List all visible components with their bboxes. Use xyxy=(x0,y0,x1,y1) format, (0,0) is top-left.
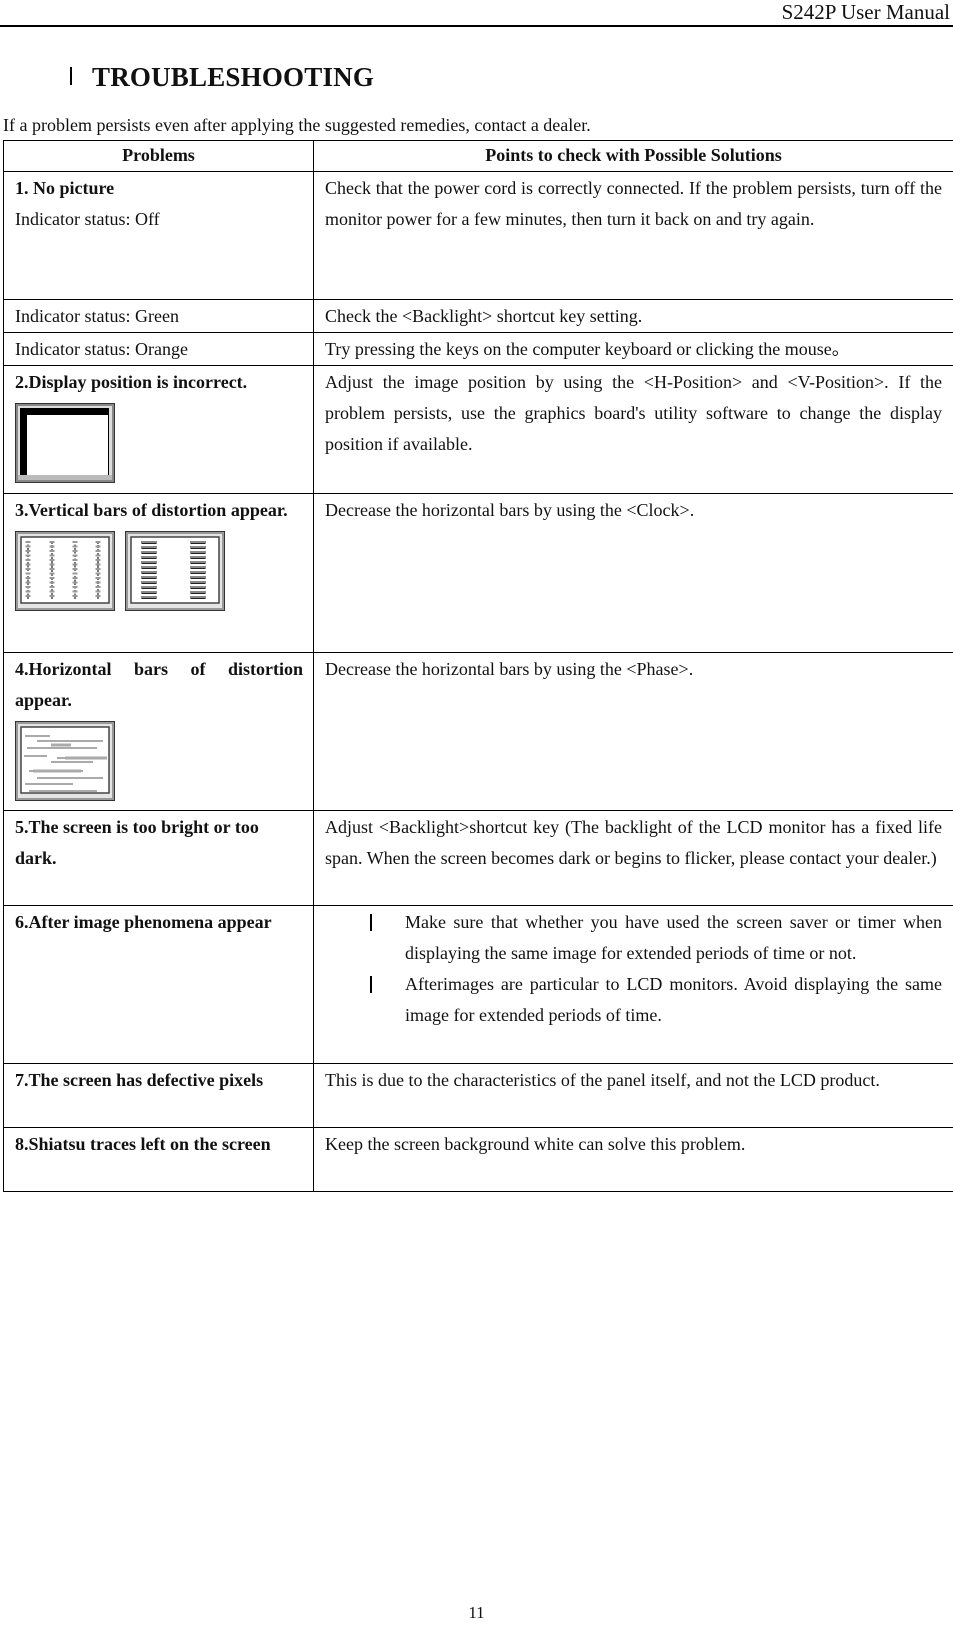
problem-cell: 8.Shiatsu traces left on the screen xyxy=(3,1127,314,1192)
solution-bullet-list: Make sure that whether you have used the… xyxy=(325,907,942,1031)
section-heading: TROUBLESHOOTING xyxy=(70,60,374,94)
table-row: 3.Vertical bars of distortion appear. De… xyxy=(3,493,953,653)
solution-cell: Decrease the horizontal bars by using th… xyxy=(313,652,953,811)
problem-cell: 5.The screen is too bright or too dark. xyxy=(3,810,314,906)
bullet-text: Make sure that whether you have used the… xyxy=(405,912,942,963)
list-item: Afterimages are particular to LCD monito… xyxy=(325,969,942,1031)
problem-cell: 4.Horizontal bars of distortion appear. xyxy=(3,652,314,811)
problem-cell: 7.The screen has defective pixels xyxy=(3,1063,314,1128)
problem-title: 1. No picture xyxy=(15,178,115,198)
monitor-vertical-bars-fine-icon xyxy=(15,531,115,611)
solution-cell: This is due to the characteristics of th… xyxy=(313,1063,953,1128)
column-header-solutions: Points to check with Possible Solutions xyxy=(313,140,953,172)
monitor-vertical-bars-wide-icon xyxy=(125,531,225,611)
list-item: Make sure that whether you have used the… xyxy=(325,907,942,969)
solution-cell: Check that the power cord is correctly c… xyxy=(313,171,953,300)
solution-cell: Make sure that whether you have used the… xyxy=(313,905,953,1064)
table-row: 4.Horizontal bars of distortion appear. xyxy=(3,652,953,811)
problem-cell: 1. No picture Indicator status: Off xyxy=(3,171,314,300)
monitor-horizontal-bars-icon xyxy=(15,721,115,801)
table-row: 5.The screen is too bright or too dark. … xyxy=(3,810,953,906)
problem-detail: Indicator status: Off xyxy=(15,209,160,229)
table-row: 7.The screen has defective pixels This i… xyxy=(3,1063,953,1128)
bullet-text: Afterimages are particular to LCD monito… xyxy=(405,974,942,1025)
monitor-offset-icon xyxy=(15,403,115,483)
table-row: Indicator status: Orange Try pressing th… xyxy=(3,332,953,366)
solution-cell: Check the <Backlight> shortcut key setti… xyxy=(313,299,953,333)
table-row: 1. No picture Indicator status: Off Chec… xyxy=(3,171,953,300)
problem-title-text: 8.Shiatsu traces left on the screen xyxy=(15,1134,271,1154)
solution-cell: Keep the screen background white can sol… xyxy=(313,1127,953,1192)
solution-cell: Try pressing the keys on the computer ke… xyxy=(313,332,953,366)
bullet-icon xyxy=(370,914,372,931)
problem-title: 6.After image phenomena appear xyxy=(15,912,272,932)
table-header-row: Problems Points to check with Possible S… xyxy=(3,140,953,172)
problem-cell: Indicator status: Green xyxy=(3,299,314,333)
problem-title: 8.Shiatsu traces left on the screen xyxy=(15,1129,303,1160)
bullet-icon xyxy=(370,976,372,993)
column-header-problems: Problems xyxy=(3,140,314,172)
problem-title: 2.Display position is incorrect. xyxy=(15,372,248,392)
manual-title: S242P User Manual xyxy=(781,0,950,24)
solution-cell: Adjust the image position by using the <… xyxy=(313,365,953,494)
problem-title: 5.The screen is too bright or too dark. xyxy=(15,817,259,868)
bullet-icon xyxy=(70,67,72,85)
page-number: 11 xyxy=(468,1603,485,1622)
problem-cell: 2.Display position is incorrect. xyxy=(3,365,314,494)
table-row: 2.Display position is incorrect. Adjust … xyxy=(3,365,953,494)
problem-title: 4.Horizontal bars of distortion appear. xyxy=(15,659,303,710)
problem-title: 3.Vertical bars of distortion appear. xyxy=(15,500,288,520)
problem-cell: 6.After image phenomena appear xyxy=(3,905,314,1064)
solution-cell: Decrease the horizontal bars by using th… xyxy=(313,493,953,653)
table-row: Indicator status: Green Check the <Backl… xyxy=(3,299,953,333)
problem-title: 7.The screen has defective pixels xyxy=(15,1070,264,1090)
problem-cell: Indicator status: Orange xyxy=(3,332,314,366)
troubleshooting-table: Problems Points to check with Possible S… xyxy=(3,140,953,1192)
running-header: S242P User Manual xyxy=(0,0,953,27)
table-row: 8.Shiatsu traces left on the screen Keep… xyxy=(3,1127,953,1192)
solution-cell: Adjust <Backlight>shortcut key (The back… xyxy=(313,810,953,906)
intro-text: If a problem persists even after applyin… xyxy=(3,115,591,135)
table-row: 6.After image phenomena appear Make sure… xyxy=(3,905,953,1064)
problem-cell: 3.Vertical bars of distortion appear. xyxy=(3,493,314,653)
section-title: TROUBLESHOOTING xyxy=(92,61,375,92)
